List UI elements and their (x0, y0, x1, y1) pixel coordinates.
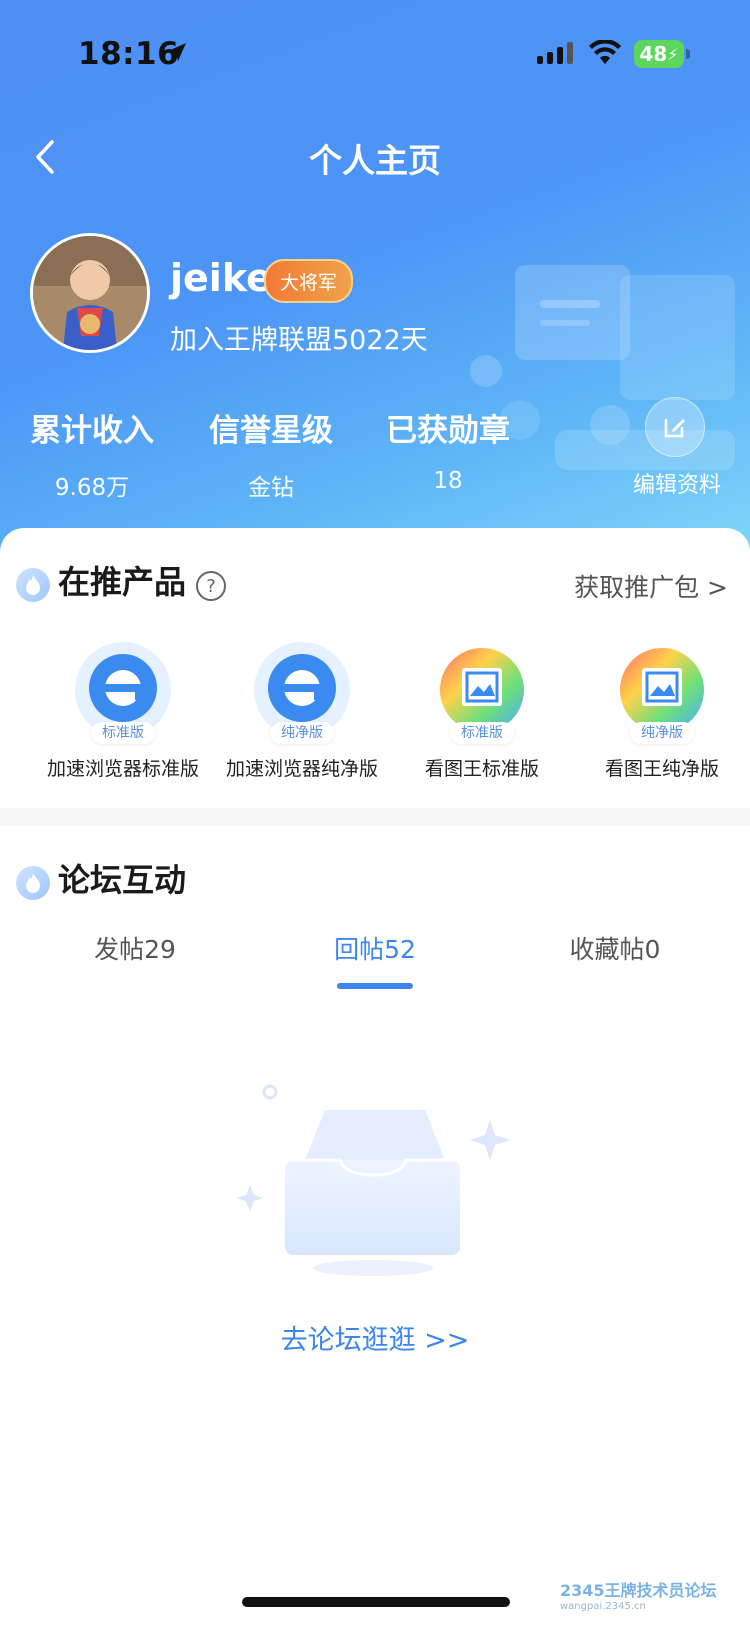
avatar-photo (33, 236, 147, 350)
forum-section-title: 论坛互动 (58, 861, 187, 899)
decor-panel (620, 275, 735, 400)
product-name: 加速浏览器标准版 (46, 758, 199, 780)
get-promo-package-link[interactable]: 获取推广包 > (574, 568, 728, 604)
status-time: 18:16 (78, 36, 180, 72)
product-name: 看图王纯净版 (604, 758, 719, 780)
browser-e-icon: 标准版 (73, 640, 173, 744)
product-item[interactable]: 纯净版 看图王纯净版 (572, 640, 750, 781)
product-item[interactable]: 标准版 看图王标准版 (392, 640, 572, 781)
stat-value: 9.68万 (54, 475, 130, 501)
location-arrow-icon (168, 43, 186, 61)
product-name: 加速浏览器纯净版 (225, 758, 378, 780)
product-tag: 纯净版 (270, 722, 334, 744)
edit-profile-label[interactable]: 编辑资料 (622, 467, 732, 499)
help-icon[interactable]: ? (196, 571, 226, 601)
stat-credit-level[interactable]: 信誉星级 金钻 (186, 405, 356, 502)
battery-indicator: 48 ⚡ (634, 40, 684, 68)
go-to-forum-link[interactable]: 去论坛逛逛 >> (0, 1318, 750, 1357)
edit-profile-button[interactable] (645, 397, 705, 457)
section-divider (0, 808, 750, 826)
stat-label: 累计收入 (30, 413, 154, 449)
tab-favorites[interactable]: 收藏帖0 (515, 930, 715, 966)
flame-icon (16, 568, 50, 602)
image-viewer-icon: 纯净版 (612, 640, 712, 744)
image-viewer-icon: 标准版 (432, 640, 532, 744)
decor-circle (470, 355, 502, 387)
battery-level: 48 (639, 42, 668, 66)
stat-label: 已获勋章 (386, 413, 510, 449)
decor-line (540, 300, 600, 308)
charging-bolt-icon: ⚡ (667, 44, 679, 64)
status-bar: 18:16 48 ⚡ (0, 0, 750, 100)
decor-panel (555, 430, 735, 470)
product-tag: 标准版 (91, 722, 155, 744)
decor-panel (515, 265, 630, 360)
wifi-icon (589, 40, 621, 64)
watermark-logo: 2345王牌技术员论坛 wangpai.2345.cn (560, 1577, 717, 1612)
empty-inbox-icon (236, 1084, 510, 1276)
edit-icon (664, 418, 685, 438)
home-indicator[interactable] (242, 1597, 510, 1607)
flame-icon (16, 866, 50, 900)
watermark-text: 2345王牌技术员论坛 (560, 1581, 717, 1600)
watermark-subtext: wangpai.2345.cn (560, 1601, 646, 1612)
stat-income[interactable]: 累计收入 9.68万 (7, 405, 177, 502)
products-section-title: 在推产品 (58, 563, 187, 601)
product-item[interactable]: 纯净版 加速浏览器纯净版 (212, 640, 392, 781)
battery-cap (686, 49, 690, 59)
stat-medals[interactable]: 已获勋章 18 (363, 405, 533, 494)
cellular-signal-icon (537, 42, 573, 64)
avatar[interactable] (30, 233, 150, 353)
product-tag: 标准版 (450, 722, 514, 744)
username: jeike (170, 256, 272, 300)
tab-posts[interactable]: 发帖29 (35, 930, 235, 966)
stat-value: 18 (433, 468, 463, 494)
active-tab-indicator (337, 983, 413, 989)
page-title: 个人主页 (309, 141, 441, 180)
product-name: 看图王标准版 (424, 758, 539, 780)
decor-line (540, 320, 590, 326)
product-item[interactable]: 标准版 加速浏览器标准版 (33, 640, 213, 781)
stat-label: 信誉星级 (209, 413, 333, 449)
rank-badge: 大将军 (264, 259, 354, 303)
joined-days-text: 加入王牌联盟5022天 (170, 325, 428, 356)
browser-e-icon: 纯净版 (252, 640, 352, 744)
tab-replies[interactable]: 回帖52 (275, 930, 475, 966)
stat-value: 金钻 (248, 475, 294, 501)
product-tag: 纯净版 (630, 722, 694, 744)
